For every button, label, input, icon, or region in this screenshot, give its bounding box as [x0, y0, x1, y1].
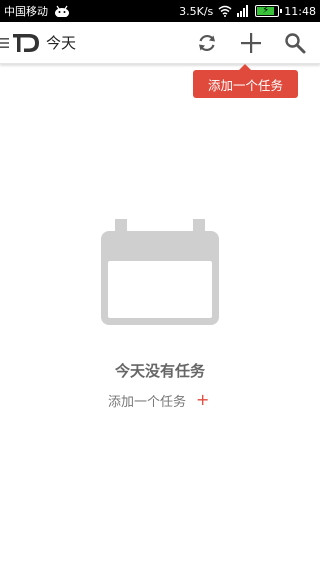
toolbar-actions: [194, 30, 320, 56]
search-button[interactable]: [282, 30, 308, 56]
app-logo-icon[interactable]: [13, 32, 41, 54]
charging-bolt-icon: ⚡: [262, 5, 270, 16]
network-speed: 3.5K/s: [179, 4, 214, 18]
status-right: 3.5K/s ⚡ 11:48: [179, 5, 316, 18]
search-icon: [285, 32, 306, 53]
tooltip-text: 添加一个任务: [207, 77, 283, 93]
wifi-icon: [218, 5, 232, 17]
menu-icon[interactable]: [0, 37, 12, 49]
carrier-name: 中国移动: [4, 5, 48, 18]
add-task-button[interactable]: [238, 30, 264, 56]
refresh-icon: [199, 34, 215, 51]
signal-icon: [237, 5, 249, 17]
empty-state-title: 今天没有任务: [114, 362, 205, 380]
add-icon: [241, 32, 261, 53]
add-task-label: 添加一个任务: [108, 394, 187, 410]
status-bar: 中国移动 3.5K/s ⚡ 11:48: [0, 0, 320, 22]
clock: 11:48: [284, 4, 316, 18]
android-notification-icon: [55, 5, 69, 17]
refresh-button[interactable]: [194, 30, 220, 56]
calendar-icon: [101, 219, 219, 325]
battery-icon: ⚡: [255, 5, 283, 17]
add-task-link[interactable]: 添加一个任务 +: [108, 390, 210, 410]
plus-icon: +: [196, 390, 210, 409]
app-toolbar: 今天: [0, 22, 320, 64]
add-task-tooltip[interactable]: 添加一个任务: [193, 64, 298, 98]
status-left: 中国移动: [4, 3, 70, 19]
page-title: 今天: [46, 34, 77, 52]
